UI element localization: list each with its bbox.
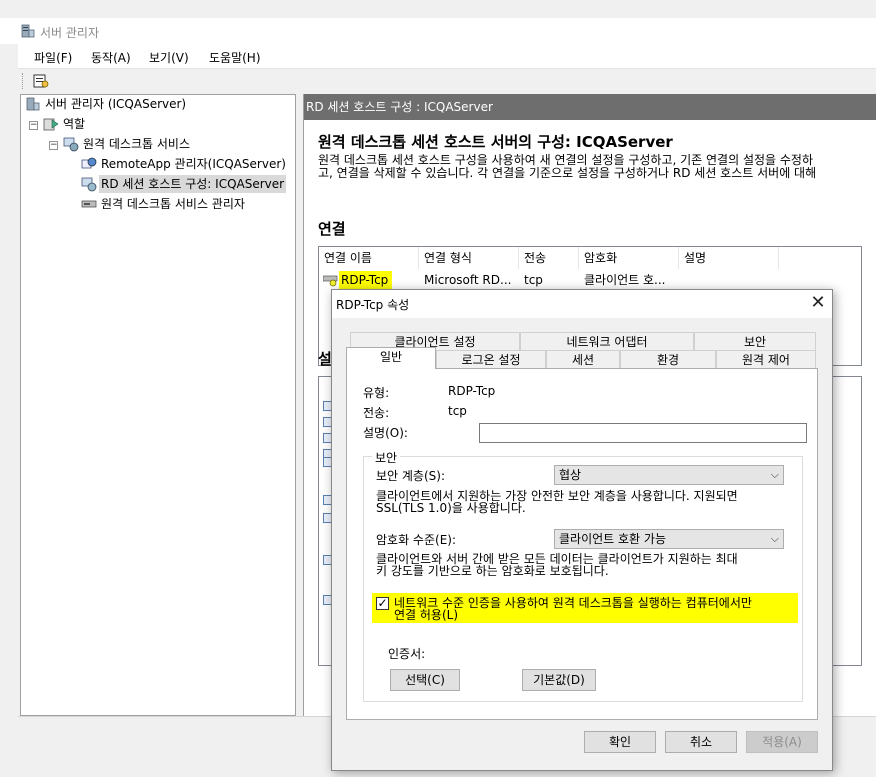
tab-logon-settings[interactable]: 로그온 설정 bbox=[436, 350, 546, 368]
title-bar: 서버 관리자 bbox=[0, 18, 876, 44]
window-title: 서버 관리자 bbox=[40, 26, 100, 40]
table-row[interactable]: RDP-Tcp Microsoft RD... tcp 클라이언트 호... bbox=[319, 271, 861, 289]
security-layer-value: 협상 bbox=[559, 468, 582, 482]
page-description: 원격 데스크톱 세션 호스트 구성을 사용하여 새 연결의 설정을 구성하고, … bbox=[318, 154, 858, 180]
collapse-rds-icon[interactable]: − bbox=[49, 141, 58, 150]
page-title: 원격 데스크톱 세션 호스트 서버의 구성: ICQAServer bbox=[318, 133, 673, 151]
connection-transport: tcp bbox=[524, 273, 543, 287]
connection-icon bbox=[323, 275, 338, 287]
tree-label: 원격 데스크톱 서비스 관리자 bbox=[101, 197, 245, 211]
column-header[interactable]: 설명 bbox=[679, 247, 779, 269]
default-button[interactable]: 기본값(D) bbox=[522, 669, 596, 691]
security-layer-label: 보안 계층(S): bbox=[376, 469, 445, 483]
rdp-tcp-properties-dialog: RDP-Tcp 속성 ✕ 클라이언트 설정 네트워크 어댑터 보안 일반 로그온… bbox=[331, 289, 833, 771]
tab-network-adapter[interactable]: 네트워크 어댑터 bbox=[520, 332, 694, 350]
type-label: 유형: bbox=[363, 386, 390, 400]
toolbar bbox=[18, 68, 876, 92]
menu-help[interactable]: 도움말(H) bbox=[209, 49, 261, 66]
tab-security[interactable]: 보안 bbox=[694, 332, 816, 350]
tree-label: 서버 관리자 (ICQAServer) bbox=[45, 97, 187, 111]
comment-input[interactable] bbox=[479, 423, 807, 443]
connection-name: RDP-Tcp bbox=[339, 271, 393, 289]
chevron-down-icon: ⌵ bbox=[770, 532, 779, 545]
security-layer-description: 클라이언트에서 지원하는 가장 안전한 보안 계층을 사용합니다. 지원되면 S… bbox=[376, 490, 776, 514]
server-manager-icon bbox=[21, 24, 35, 38]
toolbar-grip[interactable] bbox=[22, 73, 24, 89]
nla-checkbox-label[interactable]: 네트워크 수준 인증을 사용하여 원격 데스크톱을 실행하는 컴퓨터에서만 연결… bbox=[394, 597, 804, 621]
chevron-down-icon: ⌵ bbox=[770, 468, 779, 481]
properties-icon[interactable] bbox=[32, 72, 50, 90]
certificate-label: 인증서: bbox=[388, 647, 426, 661]
dialog-title: RDP-Tcp 속성 bbox=[336, 298, 410, 312]
collapse-roles-icon[interactable]: − bbox=[29, 121, 38, 130]
connection-type: Microsoft RD... bbox=[424, 273, 512, 287]
server-manager-icon bbox=[26, 97, 40, 111]
tab-remote-control[interactable]: 원격 제어 bbox=[716, 350, 816, 368]
tree-label: 역할 bbox=[63, 117, 86, 131]
column-header[interactable]: 연결 이름 bbox=[319, 247, 419, 269]
apply-button[interactable]: 적용(A) bbox=[746, 731, 818, 753]
encryption-level-label: 암호화 수준(E): bbox=[376, 533, 457, 547]
tree-label: RemoteApp 관리자(ICQAServer) bbox=[101, 157, 286, 171]
encryption-level-value: 클라이언트 호환 가능 bbox=[559, 532, 666, 546]
checkbox-label-line: 연결 허용(L) bbox=[394, 608, 459, 622]
remoteapp-icon bbox=[81, 157, 97, 169]
menu-view[interactable]: 보기(V) bbox=[149, 49, 189, 66]
menu-action[interactable]: 동작(A) bbox=[91, 49, 131, 66]
comment-label: 설명(O): bbox=[363, 426, 408, 440]
close-icon[interactable]: ✕ bbox=[806, 292, 830, 316]
general-tab-panel: 유형: RDP-Tcp 전송: tcp 설명(O): 보안 보안 계층(S): … bbox=[346, 368, 818, 720]
tab-general[interactable]: 일반 bbox=[346, 347, 436, 369]
security-group: 보안 보안 계층(S): 협상 ⌵ 클라이언트에서 지원하는 가장 안전한 보안… bbox=[363, 449, 804, 702]
tab-environment[interactable]: 환경 bbox=[620, 350, 716, 368]
settings-heading: 설 bbox=[318, 350, 332, 368]
tree-label: 원격 데스크톱 서비스 bbox=[83, 137, 190, 151]
connection-encryption: 클라이언트 호... bbox=[584, 273, 666, 287]
column-header[interactable]: 연결 형식 bbox=[419, 247, 519, 269]
dialog-title-bar: RDP-Tcp 속성 ✕ bbox=[332, 290, 832, 318]
tab-sessions[interactable]: 세션 bbox=[546, 350, 620, 368]
description-line: 고, 연결을 삭제할 수 있습니다. 각 연결을 기준으로 설정을 구성하거나 … bbox=[318, 166, 817, 180]
menu-file[interactable]: 파일(F) bbox=[34, 49, 72, 66]
nla-checkbox[interactable]: ✓ bbox=[376, 597, 389, 610]
remote-desktop-services-icon bbox=[63, 137, 79, 152]
security-group-label: 보안 bbox=[372, 449, 401, 466]
roles-icon bbox=[43, 118, 59, 131]
menu-bar: 파일(F) 동작(A) 보기(V) 도움말(H) bbox=[18, 44, 876, 68]
pane-header: RD 세션 호스트 구성 : ICQAServer bbox=[304, 94, 876, 120]
navigation-tree: 서버 관리자 (ICQAServer) − 역할 − 원격 데스크톱 서비스 R… bbox=[20, 94, 296, 716]
transport-label: 전송: bbox=[363, 406, 390, 420]
rdsh-configuration-icon bbox=[81, 177, 97, 192]
encryption-description: 클라이언트와 서버 간에 받은 모든 데이터는 클라이언트가 지원하는 최대 키… bbox=[376, 553, 776, 577]
rds-manager-icon bbox=[81, 200, 97, 208]
ok-button[interactable]: 확인 bbox=[584, 731, 656, 753]
column-header[interactable]: 전송 bbox=[519, 247, 579, 269]
select-certificate-button[interactable]: 선택(C) bbox=[390, 669, 460, 691]
connections-heading: 연결 bbox=[318, 220, 346, 238]
description-line: 키 강도를 기반으로 하는 암호화로 보호됩니다. bbox=[376, 564, 609, 578]
cancel-button[interactable]: 취소 bbox=[665, 731, 737, 753]
security-layer-select[interactable]: 협상 ⌵ bbox=[554, 465, 784, 485]
encryption-level-select[interactable]: 클라이언트 호환 가능 ⌵ bbox=[554, 529, 784, 549]
type-value: RDP-Tcp bbox=[448, 384, 496, 398]
column-header[interactable]: 암호화 bbox=[579, 247, 679, 269]
tree-label-selected: RD 세션 호스트 구성: ICQAServer bbox=[99, 175, 287, 193]
transport-value: tcp bbox=[448, 404, 467, 418]
description-line: SSL(TLS 1.0)을 사용합니다. bbox=[376, 501, 526, 515]
